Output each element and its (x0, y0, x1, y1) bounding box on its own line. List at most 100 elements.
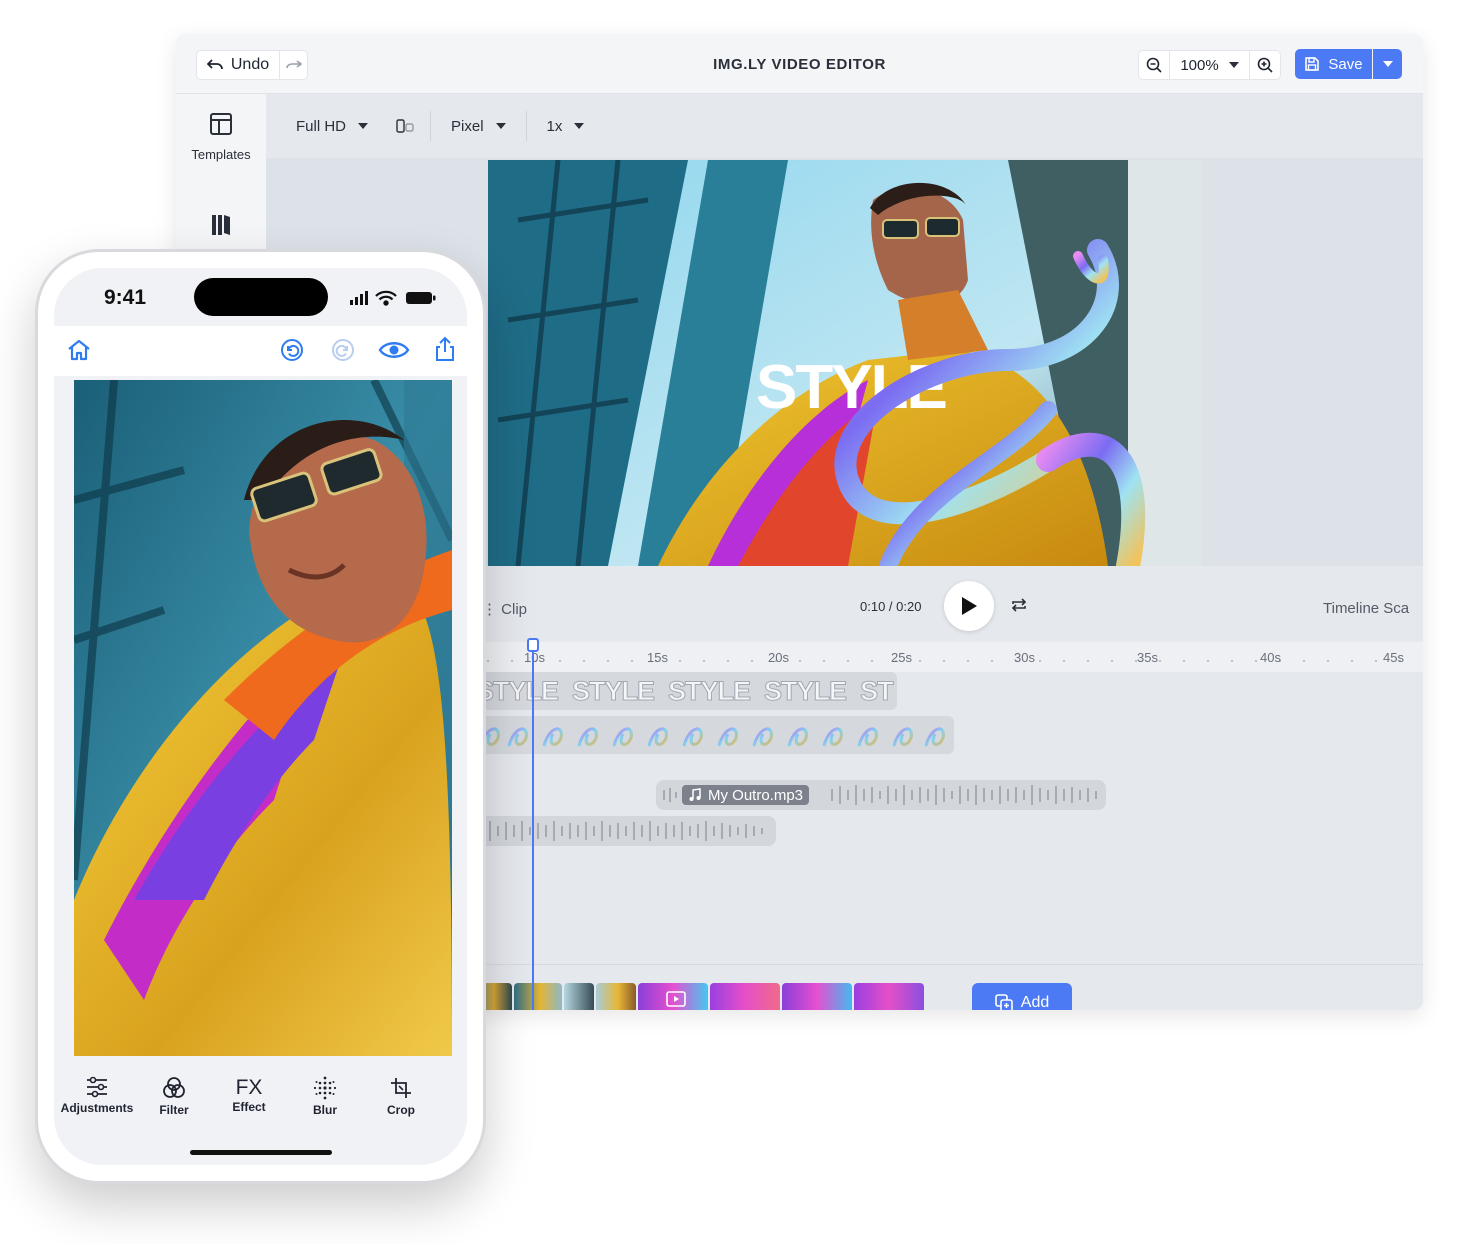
mobile-photo-canvas[interactable] (74, 380, 452, 1056)
status-bar-time: 9:41 (104, 286, 147, 309)
home-icon[interactable] (66, 338, 92, 362)
text-track-item: STYLE (764, 675, 848, 706)
clip-thumbnail (564, 983, 594, 1010)
resolution-value: Full HD (296, 117, 347, 135)
zoom-out-button[interactable] (1139, 51, 1169, 79)
tool-label: Adjustments (60, 1101, 134, 1115)
chevron-down-icon (358, 123, 369, 129)
scale-value: 1x (546, 117, 563, 135)
tool-label: Crop (387, 1103, 415, 1117)
wifi-icon (375, 290, 397, 306)
orientation-icon (396, 119, 414, 133)
audio-file-label: My Outro.mp3 (682, 785, 810, 805)
battery-icon (406, 292, 436, 304)
home-indicator (190, 1150, 332, 1155)
sliders-icon (87, 1076, 107, 1098)
top-toolbar: Undo IMG.LY VIDEO EDITOR 100% Save (176, 34, 1423, 94)
crop-icon (391, 1078, 411, 1098)
ruler-tick: 10s (524, 650, 545, 665)
preview-eye-icon[interactable] (378, 340, 410, 360)
timeline-clip-label: ⋮ Clip (482, 601, 528, 618)
tool-effect[interactable]: FX Effect (224, 1076, 274, 1114)
text-track-item: STYLE (668, 675, 752, 706)
rail-item-templates[interactable]: Templates (176, 112, 266, 162)
playhead-handle[interactable] (527, 638, 539, 652)
text-track[interactable]: STYLE STYLE STYLE STYLE ST (476, 672, 897, 710)
ruler-tick: 40s (1260, 650, 1281, 665)
video-clip-thumbnails[interactable] (476, 983, 962, 1010)
scale-select[interactable]: 1x (527, 110, 605, 142)
zoom-value: 100% (1180, 56, 1219, 74)
ruler-tick: 35s (1137, 650, 1158, 665)
ruler-tick: 30s (1014, 650, 1035, 665)
ruler-tick: 45s (1383, 650, 1404, 665)
fx-icon: FX (235, 1076, 263, 1099)
resolution-select[interactable]: Full HD (266, 110, 388, 142)
zoom-out-icon (1146, 57, 1162, 73)
tool-filter[interactable]: Filter (149, 1076, 199, 1117)
mobile-toolbar (54, 326, 467, 376)
clip-strip: Add (476, 964, 1423, 1010)
audio-waveform (481, 821, 763, 841)
zoom-controls: 100% (1138, 50, 1281, 80)
play-icon (962, 597, 977, 615)
redo-icon[interactable] (331, 338, 355, 362)
save-label: Save (1328, 55, 1363, 73)
mobile-photo (74, 380, 452, 1056)
tool-label: Effect (232, 1100, 266, 1114)
rail-item-library[interactable] (176, 212, 266, 241)
clip-thumbnail (514, 983, 562, 1010)
signal-icon (350, 291, 368, 305)
tool-label: Filter (159, 1103, 189, 1117)
filter-circles-icon (163, 1077, 185, 1098)
text-track-item: STYLE (572, 675, 656, 706)
preview-image: STYLE (488, 160, 1202, 566)
add-clip-button[interactable]: Add (972, 983, 1072, 1010)
sticker-thumbnails (479, 727, 945, 747)
audio-track-second[interactable] (476, 816, 776, 846)
audio-track-outro[interactable]: My Outro.mp3 (656, 780, 1106, 810)
clip-thumbnail (854, 983, 924, 1010)
video-preview[interactable]: STYLE (488, 160, 1202, 566)
chevron-down-icon (1228, 62, 1239, 68)
undo-icon[interactable] (280, 338, 304, 362)
tool-blur[interactable]: Blur (300, 1076, 350, 1117)
chevron-down-icon (495, 123, 506, 129)
playback-time: 0:10 / 0:20 (860, 599, 922, 614)
save-button[interactable]: Save (1295, 49, 1372, 79)
mobile-screen: 9:41 Adjustments Filter FX Effect Blur C… (54, 268, 467, 1165)
ruler-tick: 15s (647, 650, 668, 665)
tool-crop[interactable]: Crop (376, 1076, 426, 1117)
timeline-panel: ⋮ Clip 0:10 / 0:20 Timeline Sca 10s 15s … (476, 566, 1423, 1010)
sticker-track[interactable] (476, 716, 954, 754)
canvas-settings-bar: Full HD Pixel 1x (266, 94, 1423, 158)
chevron-down-icon (574, 123, 585, 129)
unit-select[interactable]: Pixel (431, 110, 526, 142)
music-note-icon (689, 788, 701, 801)
text-track-item: ST (860, 675, 894, 706)
zoom-level-select[interactable]: 100% (1169, 51, 1250, 79)
loop-icon[interactable] (1010, 598, 1028, 612)
save-icon (1305, 57, 1320, 71)
play-button[interactable] (944, 581, 994, 631)
video-clip-icon (666, 991, 686, 1007)
dynamic-island (194, 278, 328, 316)
mobile-tool-bar: Adjustments Filter FX Effect Blur Crop (54, 1058, 467, 1165)
tool-adjustments[interactable]: Adjustments (60, 1076, 134, 1115)
clip-thumbnail (710, 983, 780, 1010)
clip-thumbnail (596, 983, 636, 1010)
save-options-button[interactable] (1373, 49, 1402, 79)
library-icon (212, 215, 230, 235)
orientation-toggle[interactable] (388, 110, 430, 142)
ruler-tick: 25s (891, 650, 912, 665)
templates-icon (210, 113, 232, 135)
timeline-ruler[interactable]: 10s 15s 20s 25s 30s 35s 40s 45s (476, 642, 1423, 672)
share-icon[interactable] (434, 336, 456, 362)
unit-value: Pixel (451, 117, 484, 135)
add-media-icon (994, 994, 1013, 1010)
timeline-scale-label: Timeline Sca (1323, 600, 1410, 617)
playhead-line (532, 640, 534, 1010)
ruler-tick: 20s (768, 650, 789, 665)
zoom-in-button[interactable] (1250, 51, 1280, 79)
mobile-device: 9:41 Adjustments Filter FX Effect Blur C… (35, 249, 486, 1184)
